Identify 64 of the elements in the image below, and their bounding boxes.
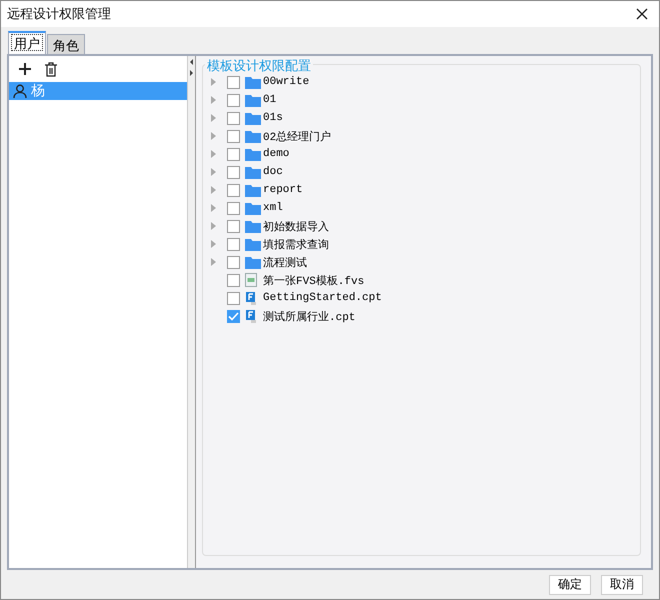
tree-item[interactable]: 初始数据导入 bbox=[263, 218, 329, 234]
folder-icon bbox=[245, 202, 261, 214]
folder-icon bbox=[245, 148, 261, 160]
dialog-button[interactable]: 确定 bbox=[549, 574, 591, 594]
expand-arrow-icon[interactable] bbox=[211, 186, 216, 194]
tree-item[interactable]: 填报需求查询 bbox=[263, 236, 329, 252]
checkbox[interactable] bbox=[227, 130, 240, 142]
tree-item[interactable]: 流程测试 bbox=[263, 254, 307, 270]
checkbox[interactable] bbox=[227, 112, 240, 124]
expand-arrow-icon[interactable] bbox=[211, 204, 216, 212]
expand-arrow-icon[interactable] bbox=[211, 240, 216, 248]
folder-icon bbox=[245, 256, 261, 268]
dialog-button[interactable]: 取消 bbox=[601, 574, 643, 594]
folder-icon bbox=[245, 112, 261, 124]
checkbox[interactable] bbox=[227, 220, 240, 232]
checkbox[interactable] bbox=[227, 166, 240, 178]
tree-item[interactable]: 01 bbox=[263, 94, 276, 106]
checkbox[interactable] bbox=[227, 148, 240, 160]
report-file-icon bbox=[245, 291, 257, 305]
expand-arrow-icon[interactable] bbox=[211, 150, 216, 158]
trash-icon bbox=[44, 62, 58, 76]
tree-item[interactable]: 00write bbox=[263, 76, 310, 88]
plus-icon bbox=[18, 62, 32, 76]
expand-arrow-icon[interactable] bbox=[211, 78, 216, 86]
expand-arrow-icon[interactable] bbox=[211, 258, 216, 266]
checkbox[interactable] bbox=[227, 202, 240, 214]
delete-button[interactable] bbox=[42, 60, 60, 78]
tree-item[interactable]: GettingStarted.cpt bbox=[263, 292, 382, 304]
tree-item[interactable]: 测试所属行业.cpt bbox=[263, 308, 356, 324]
checkbox[interactable] bbox=[227, 274, 240, 286]
checkbox[interactable] bbox=[227, 76, 240, 88]
tab[interactable]: 角色 bbox=[47, 34, 85, 54]
tree-item[interactable]: 01s bbox=[263, 112, 283, 124]
checkbox[interactable] bbox=[227, 94, 240, 106]
folder-icon bbox=[245, 166, 261, 178]
document-icon bbox=[245, 273, 257, 287]
report-file-icon bbox=[245, 309, 257, 323]
person-icon bbox=[13, 84, 27, 98]
checkbox[interactable] bbox=[227, 256, 240, 268]
tree-item[interactable]: demo bbox=[263, 148, 290, 160]
close-icon bbox=[636, 8, 648, 20]
expand-arrow-icon[interactable] bbox=[211, 222, 216, 230]
folder-icon bbox=[245, 130, 261, 142]
checkbox[interactable] bbox=[227, 238, 240, 250]
folder-icon bbox=[245, 238, 261, 250]
tree-item[interactable]: xml bbox=[263, 202, 283, 214]
folder-icon bbox=[245, 184, 261, 196]
window-title: 远程设计权限管理 bbox=[7, 6, 111, 23]
expand-arrow-icon[interactable] bbox=[211, 168, 216, 176]
tree-item[interactable]: doc bbox=[263, 166, 283, 178]
expand-arrow-icon[interactable] bbox=[211, 114, 216, 122]
group-title: 模板设计权限配置 bbox=[205, 57, 313, 75]
expand-arrow-icon[interactable] bbox=[211, 132, 216, 140]
add-button[interactable] bbox=[16, 60, 34, 78]
checkbox[interactable] bbox=[227, 292, 240, 304]
expand-arrow-icon[interactable] bbox=[211, 96, 216, 104]
tree-item[interactable]: 第一张FVS模板.fvs bbox=[263, 272, 364, 288]
tree-item[interactable]: report bbox=[263, 184, 303, 196]
checkbox[interactable] bbox=[227, 184, 240, 196]
tab[interactable]: 用户 bbox=[8, 31, 46, 54]
folder-icon bbox=[245, 94, 261, 106]
folder-icon bbox=[245, 220, 261, 232]
checkbox[interactable] bbox=[227, 310, 240, 322]
tree-item[interactable]: 02总经理门户 bbox=[263, 128, 332, 144]
